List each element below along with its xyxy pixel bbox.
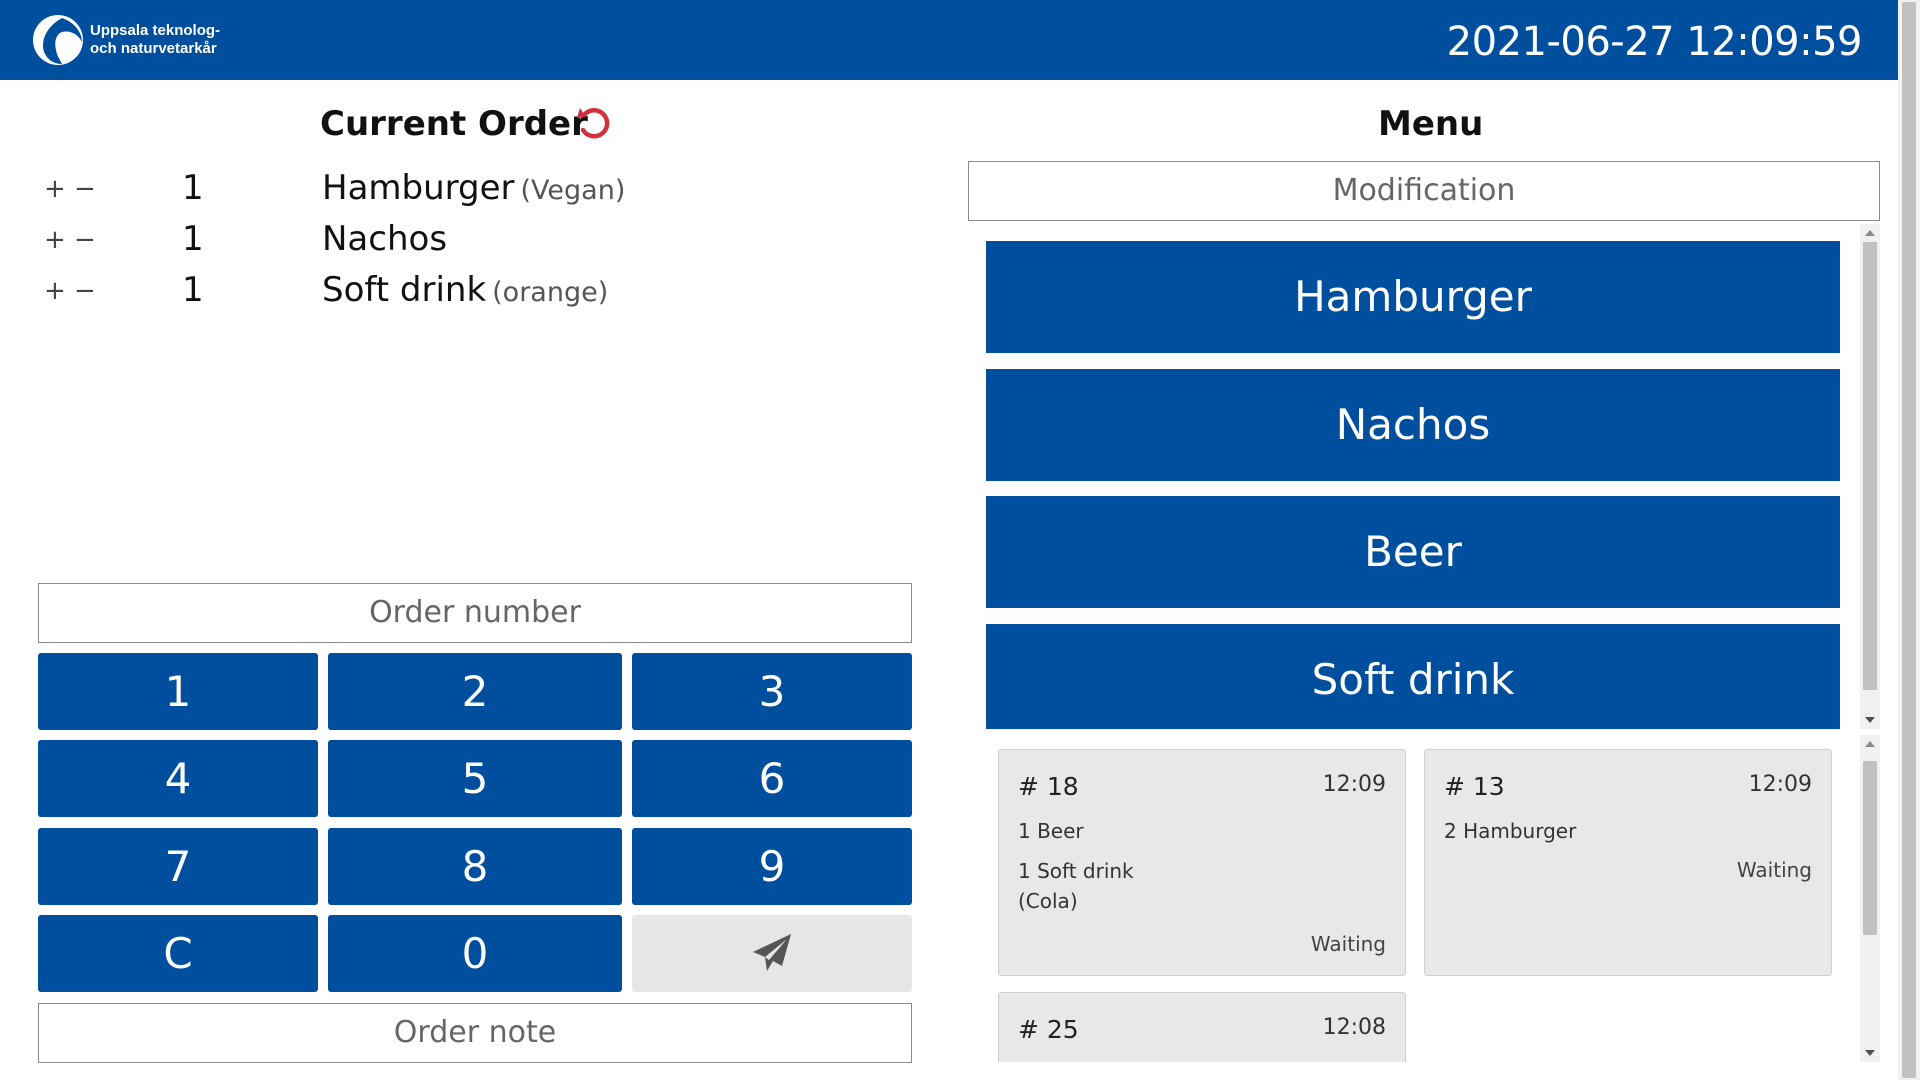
order-item: + − 1 Nachos bbox=[38, 215, 908, 266]
decrease-button[interactable]: − bbox=[74, 278, 96, 304]
order-item-modifier: (Vegan) bbox=[520, 175, 626, 206]
order-card-line: 1 Soft drink bbox=[1018, 859, 1134, 883]
order-card-line: 2 Hamburger bbox=[1444, 819, 1577, 843]
clear-button[interactable]: C bbox=[38, 915, 318, 992]
order-card[interactable]: # 25 12:08 bbox=[998, 992, 1406, 1062]
order-card-time: 12:09 bbox=[1748, 772, 1812, 797]
key-1[interactable]: 1 bbox=[38, 653, 318, 730]
scroll-down-arrow-icon[interactable] bbox=[1865, 1050, 1875, 1056]
increase-button[interactable]: + bbox=[44, 278, 66, 304]
top-bar: Uppsala teknolog- och naturvetarkår 2021… bbox=[0, 0, 1898, 80]
order-card[interactable]: # 13 12:09 2 Hamburger Waiting bbox=[1424, 749, 1832, 976]
key-2[interactable]: 2 bbox=[328, 653, 622, 730]
order-card[interactable]: # 18 12:09 1 Beer 1 Soft drink (Cola) Wa… bbox=[998, 749, 1406, 976]
logo-line-1: Uppsala teknolog- bbox=[90, 22, 221, 39]
order-item-modifier: (orange) bbox=[492, 277, 609, 308]
order-list: + − 1 Hamburger (Vegan) + − 1 Nachos + − … bbox=[38, 164, 908, 317]
page-scrollbar-thumb[interactable] bbox=[1902, 2, 1916, 1078]
order-card-line: 1 Beer bbox=[1018, 819, 1084, 843]
key-4[interactable]: 4 bbox=[38, 740, 318, 817]
key-0[interactable]: 0 bbox=[328, 915, 622, 992]
key-5[interactable]: 5 bbox=[328, 740, 622, 817]
order-item-name: Hamburger (Vegan) bbox=[322, 168, 625, 211]
order-card-number: # 18 bbox=[1018, 772, 1079, 801]
scroll-up-arrow-icon[interactable] bbox=[1865, 741, 1875, 747]
menu-scrollbar-thumb[interactable] bbox=[1863, 242, 1877, 690]
menu-item-nachos[interactable]: Nachos bbox=[986, 369, 1840, 481]
scroll-up-arrow-icon[interactable] bbox=[1865, 230, 1875, 236]
order-item: + − 1 Hamburger (Vegan) bbox=[38, 164, 908, 215]
paper-plane-icon bbox=[753, 934, 791, 971]
order-card-number: # 13 bbox=[1444, 772, 1505, 801]
modification-field[interactable]: Modification bbox=[968, 161, 1880, 221]
order-item: + − 1 Soft drink (orange) bbox=[38, 266, 908, 317]
order-card-status: Waiting bbox=[1310, 932, 1386, 956]
logo-text: Uppsala teknolog- och naturvetarkår bbox=[90, 22, 220, 58]
order-item-quantity: 1 bbox=[182, 270, 204, 310]
order-item-label: Nachos bbox=[322, 219, 448, 259]
logo-line-2: och naturvetarkår bbox=[90, 40, 217, 57]
increase-button[interactable]: + bbox=[44, 176, 66, 202]
page-scrollbar[interactable] bbox=[1898, 0, 1920, 1080]
order-note-field[interactable]: Order note bbox=[38, 1003, 912, 1063]
key-3[interactable]: 3 bbox=[632, 653, 912, 730]
menu-item-soft-drink[interactable]: Soft drink bbox=[986, 624, 1840, 729]
order-card-line: (Cola) bbox=[1018, 889, 1078, 913]
clock: 2021-06-27 12:09:59 bbox=[1446, 19, 1863, 65]
orders-queue: # 18 12:09 1 Beer 1 Soft drink (Cola) Wa… bbox=[968, 735, 1860, 1062]
key-6[interactable]: 6 bbox=[632, 740, 912, 817]
current-order-title: Current Order bbox=[320, 104, 588, 144]
order-item-name: Soft drink (orange) bbox=[322, 270, 608, 313]
order-item-quantity: 1 bbox=[182, 219, 204, 259]
scroll-down-arrow-icon[interactable] bbox=[1865, 717, 1875, 723]
increase-button[interactable]: + bbox=[44, 227, 66, 253]
order-item-name: Nachos bbox=[322, 219, 453, 262]
key-9[interactable]: 9 bbox=[632, 828, 912, 905]
undo-icon[interactable] bbox=[574, 104, 614, 144]
order-card-number: # 25 bbox=[1018, 1015, 1079, 1044]
orders-scrollbar-thumb[interactable] bbox=[1863, 761, 1877, 935]
orders-scrollbar[interactable] bbox=[1860, 735, 1880, 1062]
send-order-button[interactable] bbox=[632, 915, 912, 992]
menu-item-hamburger[interactable]: Hamburger bbox=[986, 241, 1840, 353]
order-card-status: Waiting bbox=[1736, 858, 1812, 882]
order-item-quantity: 1 bbox=[182, 168, 204, 208]
order-number-field[interactable]: Order number bbox=[38, 583, 912, 643]
key-8[interactable]: 8 bbox=[328, 828, 622, 905]
order-item-label: Hamburger bbox=[322, 168, 515, 208]
menu-scrollbar[interactable] bbox=[1860, 224, 1880, 729]
logo-mark-icon bbox=[33, 15, 83, 65]
menu-list: Hamburger Nachos Beer Soft drink bbox=[968, 224, 1880, 729]
order-card-time: 12:08 bbox=[1322, 1015, 1386, 1040]
menu-item-beer[interactable]: Beer bbox=[986, 496, 1840, 608]
logo: Uppsala teknolog- och naturvetarkår bbox=[32, 14, 222, 66]
order-card-time: 12:09 bbox=[1322, 772, 1386, 797]
key-7[interactable]: 7 bbox=[38, 828, 318, 905]
decrease-button[interactable]: − bbox=[74, 227, 96, 253]
decrease-button[interactable]: − bbox=[74, 176, 96, 202]
order-item-label: Soft drink bbox=[322, 270, 487, 310]
menu-title: Menu bbox=[1378, 104, 1484, 144]
